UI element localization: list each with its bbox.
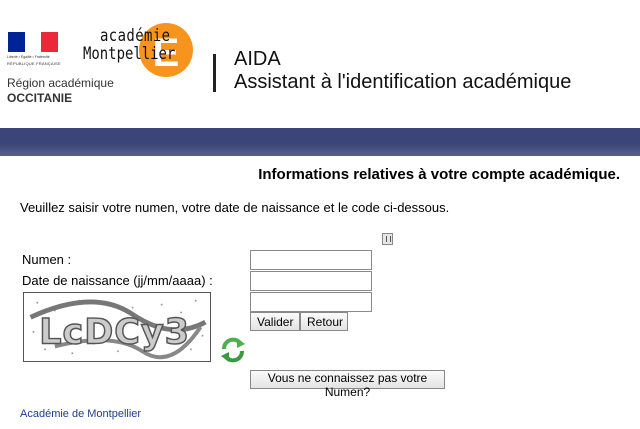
region-name: OCCITANIE	[7, 91, 73, 105]
flag-motto: Liberté • Égalité • Fraternité	[7, 55, 50, 59]
dob-label: Date de naissance (jj/mm/aaaa) :	[22, 273, 213, 288]
instructions-text: Veuillez saisir votre numen, votre date …	[20, 200, 450, 215]
help-icon[interactable]	[382, 233, 393, 245]
captcha-image: LcDCy3	[23, 292, 211, 362]
refresh-icon[interactable]	[219, 336, 247, 364]
region-label: Région académique	[7, 76, 114, 90]
numen-label: Numen :	[22, 252, 72, 267]
captcha-input[interactable]	[250, 292, 372, 312]
validate-button[interactable]: Valider	[250, 312, 300, 331]
academy-word: académie	[100, 26, 171, 46]
forgot-numen-button[interactable]: Vous ne connaissez pas votre Numen?	[250, 370, 445, 399]
numen-input[interactable]	[250, 250, 372, 270]
captcha-text: LcDCy3	[39, 313, 190, 353]
back-button[interactable]: Retour	[300, 312, 348, 331]
app-name: AIDA	[234, 48, 281, 70]
header-banner	[0, 128, 640, 156]
page-title: Informations relatives à votre compte ac…	[258, 166, 620, 183]
footer-academy-link[interactable]: Académie de Montpellier	[20, 408, 141, 420]
app-full-name: Assistant à l'identification académique	[234, 71, 572, 93]
flag-country: RÉPUBLIQUE FRANÇAISE	[7, 61, 61, 66]
header-divider	[213, 54, 216, 92]
academy-city: Montpellier	[83, 44, 176, 64]
dob-input[interactable]	[250, 271, 372, 291]
republique-francaise-flag	[8, 32, 58, 52]
